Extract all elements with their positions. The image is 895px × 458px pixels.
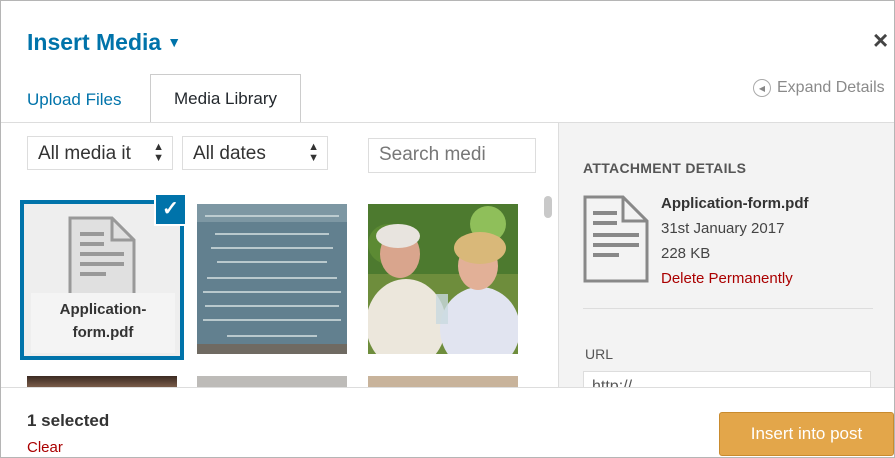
- close-icon[interactable]: ×: [873, 25, 888, 56]
- expand-details-button[interactable]: ◀ Expand Details: [753, 79, 885, 97]
- expand-details-label: Expand Details: [777, 79, 885, 96]
- attachment-filename-line1: Application-: [59, 301, 147, 318]
- media-modal: Insert Media ▼ × Upload Files Media Libra…: [0, 0, 895, 458]
- insert-into-post-button[interactable]: Insert into post: [719, 412, 894, 456]
- scrollbar-thumb[interactable]: [544, 196, 552, 218]
- document-icon: [68, 216, 136, 298]
- detail-size: 228 KB: [661, 245, 711, 262]
- select-arrows-icon: ▲ ▼: [308, 141, 319, 164]
- checkmark-icon[interactable]: ✓: [154, 193, 187, 226]
- tab-bar: Upload Files Media Library: [1, 74, 561, 123]
- detail-date: 31st January 2017: [661, 220, 785, 237]
- plaque-image-icon: [197, 204, 347, 354]
- selection-count: 1 selected: [27, 411, 110, 430]
- select-arrows-icon: ▲ ▼: [153, 141, 164, 164]
- attachment-image-couple[interactable]: [368, 204, 518, 354]
- attachment-details-heading: ATTACHMENT DETAILS: [583, 160, 747, 176]
- document-icon: [583, 195, 649, 283]
- attachment-image-plaque[interactable]: [197, 204, 347, 354]
- arrow-left-circle-icon: ◀: [753, 79, 771, 97]
- date-filter[interactable]: All dates ▲ ▼: [182, 136, 328, 170]
- search-input[interactable]: Search medi: [368, 138, 536, 173]
- attachment-image[interactable]: [27, 376, 177, 387]
- date-filter-value: All dates: [193, 143, 266, 164]
- media-type-filter-value: All media it: [38, 143, 131, 164]
- attachment-image[interactable]: [197, 376, 347, 387]
- attachment-filename-line2: form.pdf: [72, 324, 134, 341]
- tab-media-library[interactable]: Media Library: [150, 74, 301, 123]
- couple-image-icon: [368, 204, 518, 354]
- search-placeholder: Search medi: [379, 144, 486, 165]
- sidebar-divider: [583, 308, 873, 309]
- delete-permanently-link[interactable]: Delete Permanently: [661, 270, 793, 287]
- clear-selection-link[interactable]: Clear: [27, 439, 63, 456]
- title-caret-icon[interactable]: ▼: [167, 34, 181, 50]
- url-label: URL: [585, 346, 614, 362]
- media-type-filter[interactable]: All media it ▲ ▼: [27, 136, 173, 170]
- attachment-image[interactable]: [368, 376, 518, 387]
- tab-upload-files[interactable]: Upload Files: [27, 90, 122, 110]
- modal-title[interactable]: Insert Media ▼: [27, 29, 181, 56]
- detail-filename: Application-form.pdf: [661, 195, 809, 212]
- attachment-filename: Application- form.pdf: [31, 293, 175, 353]
- modal-title-text: Insert Media: [27, 29, 162, 55]
